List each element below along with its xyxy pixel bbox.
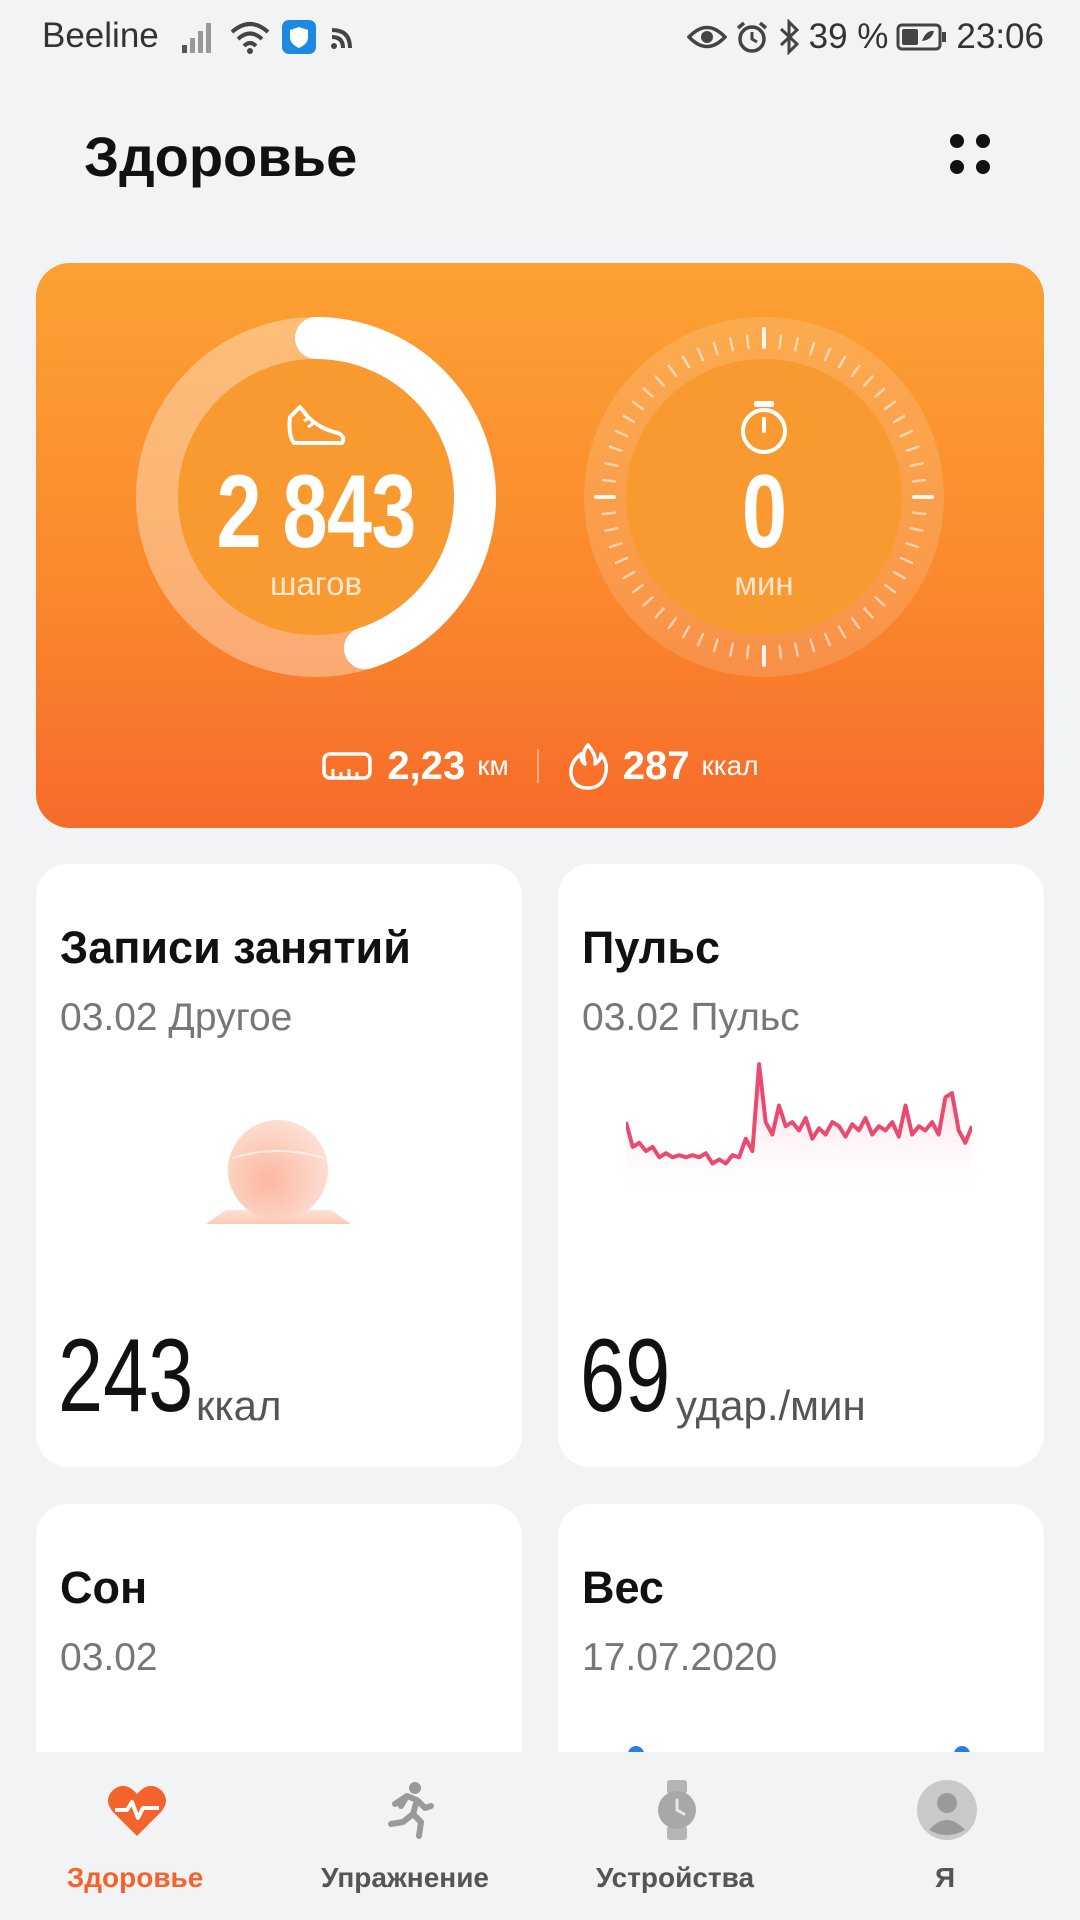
heart-rate-value: 69 xyxy=(580,1318,671,1434)
distance-unit: км xyxy=(477,750,509,781)
status-icons-right: 39 % 23:06 xyxy=(686,16,1044,58)
more-menu-button[interactable] xyxy=(940,126,1000,186)
page-title: Здоровье xyxy=(84,125,358,188)
dots-icon xyxy=(950,134,964,148)
stats-divider xyxy=(536,749,539,783)
bottom-navigation: Здоровье Упражнение Устройства Я xyxy=(0,1752,1080,1920)
battery-icon xyxy=(896,23,947,51)
status-icons-left xyxy=(180,16,358,58)
card-subtitle: 03.02 Пульс xyxy=(582,996,800,1039)
exercise-ball-icon xyxy=(206,1120,351,1224)
card-subtitle: 17.07.2020 xyxy=(582,1636,778,1679)
nav-label: Здоровье xyxy=(66,1862,204,1893)
card-title: Записи занятий xyxy=(60,922,411,973)
profile-icon xyxy=(917,1780,977,1840)
card-title: Вес xyxy=(582,1562,664,1613)
workout-calories-value: 243 xyxy=(58,1318,194,1434)
heart-rate-sparkline xyxy=(626,1062,972,1204)
flame-icon xyxy=(568,743,608,790)
minutes-value: 0 xyxy=(741,454,787,570)
clock-time: 23:06 xyxy=(956,17,1044,56)
distance-value: 2,23 xyxy=(387,743,466,788)
nav-label: Устройства xyxy=(595,1862,755,1893)
minutes-unit: мин xyxy=(734,565,794,602)
calories-unit: ккал xyxy=(701,750,759,781)
nav-tab-me[interactable]: Я xyxy=(810,1752,1080,1920)
steps-value: 2 843 xyxy=(216,454,416,570)
calories-value: 287 xyxy=(622,743,690,788)
eye-icon xyxy=(686,25,727,49)
heart-rate-unit: удар./мин xyxy=(676,1382,866,1429)
watch-icon xyxy=(658,1780,696,1840)
status-bar: Beeline 39 % 23:06 xyxy=(0,0,1080,76)
alarm-icon xyxy=(736,21,767,53)
sparkline-area xyxy=(626,1064,972,1204)
steps-unit: шагов xyxy=(269,565,363,602)
workout-records-card[interactable]: Записи занятий 03.02 Другое 243 ккал xyxy=(36,864,522,1467)
activity-summary-card[interactable]: 2 843 шагов 0 мин 2,23 км 287 ккал xyxy=(36,263,1044,828)
signal-icon xyxy=(182,23,211,53)
bluetooth-icon xyxy=(779,19,799,55)
workout-calories-unit: ккал xyxy=(196,1382,282,1429)
card-subtitle: 03.02 Другое xyxy=(60,996,293,1039)
nav-label: Упражнение xyxy=(321,1862,489,1893)
nav-tab-exercise[interactable]: Упражнение xyxy=(270,1752,540,1920)
heart-rate-card[interactable]: Пульс 03.02 Пульс 69 удар./мин xyxy=(558,864,1044,1467)
nav-tab-health[interactable]: Здоровье xyxy=(0,1752,270,1920)
cast-icon xyxy=(331,28,352,49)
card-title: Сон xyxy=(60,1562,148,1613)
runner-icon xyxy=(388,1782,434,1839)
ruler-icon xyxy=(322,752,373,780)
activity-stats-row: 2,23 км 287 ккал xyxy=(36,731,1044,801)
carrier-label: Beeline xyxy=(42,16,159,55)
card-title: Пульс xyxy=(582,922,721,973)
wifi-icon xyxy=(230,22,270,54)
heart-pulse-icon xyxy=(108,1785,166,1836)
battery-percent: 39 % xyxy=(808,17,889,56)
nav-label: Я xyxy=(934,1862,956,1893)
nav-tab-devices[interactable]: Устройства xyxy=(540,1752,810,1920)
card-subtitle: 03.02 xyxy=(60,1636,158,1679)
shield-icon xyxy=(282,20,316,54)
